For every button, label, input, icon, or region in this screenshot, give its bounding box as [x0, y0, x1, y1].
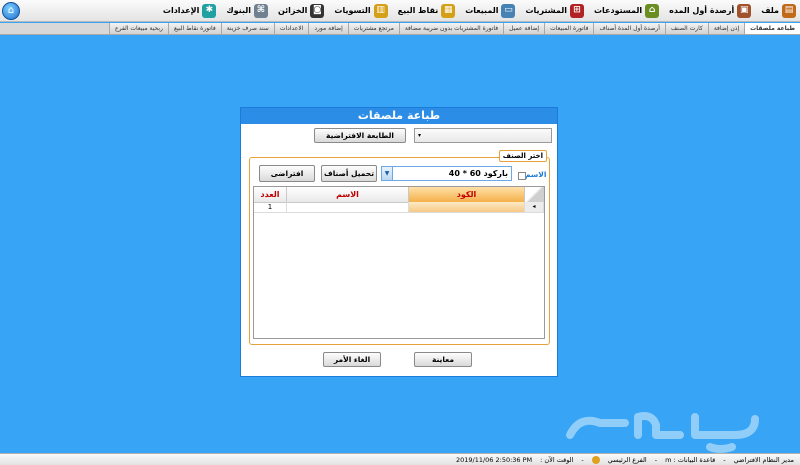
printer-select[interactable]: ▾: [414, 128, 552, 143]
dialog-title: طباعة ملصقات: [241, 108, 557, 124]
preview-button[interactable]: معاينة: [414, 352, 472, 367]
warehouse-icon: ⌂: [645, 3, 660, 18]
document-tabbar: طباعة ملصقات إذن إضافة كارت الصنف أرصدة …: [0, 23, 800, 35]
safe-icon: ◙: [310, 3, 325, 18]
chevron-down-icon: ▾: [418, 132, 422, 139]
menu-safes-label: الخزائن: [277, 6, 308, 15]
statusbar: مدير النظام الافتراضي - قاعدة البيانات :…: [0, 453, 800, 465]
default-button[interactable]: افتراضى: [259, 165, 315, 182]
branch-icon: [591, 455, 600, 464]
dropdown-arrow-icon[interactable]: ▼: [382, 167, 393, 180]
menu-pos[interactable]: ▦ نقاط البيع: [397, 3, 456, 18]
menu-file-label: ملف: [761, 6, 779, 15]
tab-add-permit[interactable]: إذن إضافة: [707, 23, 745, 34]
column-header-name[interactable]: الاسم: [287, 187, 409, 202]
tab-settings[interactable]: الاعدادات: [273, 23, 309, 34]
items-grid[interactable]: العدد الاسم الكود 1 ◂: [253, 186, 545, 339]
cancel-button[interactable]: الغاء الأمر: [323, 352, 381, 367]
item-combo[interactable]: ▼ باركود 60 * 40: [381, 166, 512, 181]
menu-sales[interactable]: ▭ المبيعات: [465, 3, 516, 18]
menu-warehouses-label: المستودعات: [593, 6, 643, 15]
grid-corner[interactable]: [525, 187, 544, 202]
tab-branch-profit[interactable]: ربحية مبيعات الفرع: [109, 23, 168, 34]
menu-banks-label: البنوك: [226, 6, 251, 15]
pos-icon: ▦: [441, 3, 456, 18]
menu-file[interactable]: ▤ ملف: [761, 3, 796, 18]
table-row[interactable]: 1 ◂: [254, 202, 544, 213]
tab-add-customer[interactable]: إضافة عميل: [503, 23, 545, 34]
tab-cash-voucher[interactable]: سند صرف خزينة: [220, 23, 274, 34]
menu-opening-balance[interactable]: ▣ أرصدة أول المده: [669, 3, 752, 18]
item-combo-value: باركود 60 * 40: [448, 169, 508, 178]
status-time-label: الوقت الآن :: [540, 455, 574, 464]
cart-icon: ⊞: [569, 3, 584, 18]
bank-icon: ⌘: [253, 3, 268, 18]
menu-settings-label: الإعدادات: [162, 6, 200, 15]
tab-add-supplier[interactable]: إضافة مورد: [308, 23, 348, 34]
haraj-logo-watermark: [566, 412, 759, 453]
row-indicator-icon: ◂: [525, 202, 544, 212]
status-database: قاعدة البيانات : m: [665, 455, 716, 464]
opening-balance-icon: ▣: [737, 3, 752, 18]
load-items-button[interactable]: تحميل أصناف: [321, 165, 377, 182]
main-menubar: ▤ ملف ▣ أرصدة أول المده ⌂ المستودعات ⊞ المشت…: [0, 0, 800, 22]
status-separator: -: [723, 455, 726, 464]
status-time-value: 2019/11/06 2:50:36 PM: [455, 455, 533, 464]
column-header-code[interactable]: الكود: [409, 187, 525, 202]
menu-adjustments[interactable]: ▥ التسويات: [334, 3, 388, 18]
grid-header: العدد الاسم الكود: [254, 187, 544, 203]
tab-purchase-return[interactable]: مرتجع مشتريات: [347, 23, 399, 34]
menu-sales-label: المبيعات: [465, 6, 499, 15]
group-caption: اختر الصنف: [498, 150, 547, 162]
tab-print-labels[interactable]: طباعة ملصقات: [744, 23, 800, 34]
menu-purchases-label: المشتريات: [525, 6, 567, 15]
menu-purchases[interactable]: ⊞ المشتريات: [525, 3, 584, 18]
status-user: مدير النظام الافتراضي: [733, 455, 794, 464]
item-selection-group: اختر الصنف الاسم ▼ باركود 60 * 40 تحميل …: [249, 150, 550, 345]
monitor-icon: ▭: [501, 3, 516, 18]
cell-count[interactable]: 1: [254, 202, 287, 212]
tab-opening-balances[interactable]: أرصدة أول المدة أصناف: [593, 23, 665, 34]
home-icon[interactable]: ⌂: [2, 2, 20, 20]
menu-warehouses[interactable]: ⌂ المستودعات: [593, 3, 660, 18]
tab-item-card[interactable]: كارت الصنف: [664, 23, 708, 34]
cell-code[interactable]: [409, 202, 525, 212]
menu-pos-label: نقاط البيع: [397, 6, 439, 15]
menu-safes[interactable]: ◙ الخزائن: [277, 3, 325, 18]
file-icon: ▤: [782, 3, 796, 18]
tab-sales-invoice[interactable]: فاتورة المبيعات: [544, 23, 594, 34]
menu-settings[interactable]: ✱ الإعدادات: [162, 3, 217, 18]
default-printer-button[interactable]: الطابعة الافتراضية: [314, 128, 406, 143]
print-labels-dialog: طباعة ملصقات ▾ الطابعة الافتراضية اختر ا…: [240, 107, 558, 377]
name-checkbox[interactable]: [518, 172, 526, 180]
tab-pos-invoice[interactable]: فاتورة نقاط البيع: [167, 23, 221, 34]
adjustments-icon: ▥: [373, 3, 388, 18]
status-branch: الفرع الرئيسي: [607, 455, 647, 464]
cell-name[interactable]: [287, 202, 409, 212]
menu-banks[interactable]: ⌘ البنوك: [226, 3, 268, 18]
menu-adjustments-label: التسويات: [334, 6, 371, 15]
status-separator: -: [654, 455, 658, 464]
status-separator: -: [581, 455, 584, 464]
settings-icon: ✱: [202, 3, 217, 18]
tab-purchase-invoice[interactable]: فاتورة المشتريات بدون ضريبة مضافة: [398, 23, 504, 34]
menu-opening-balance-label: أرصدة أول المده: [669, 6, 735, 15]
column-header-count[interactable]: العدد: [254, 187, 287, 202]
name-label: الاسم: [525, 170, 547, 179]
